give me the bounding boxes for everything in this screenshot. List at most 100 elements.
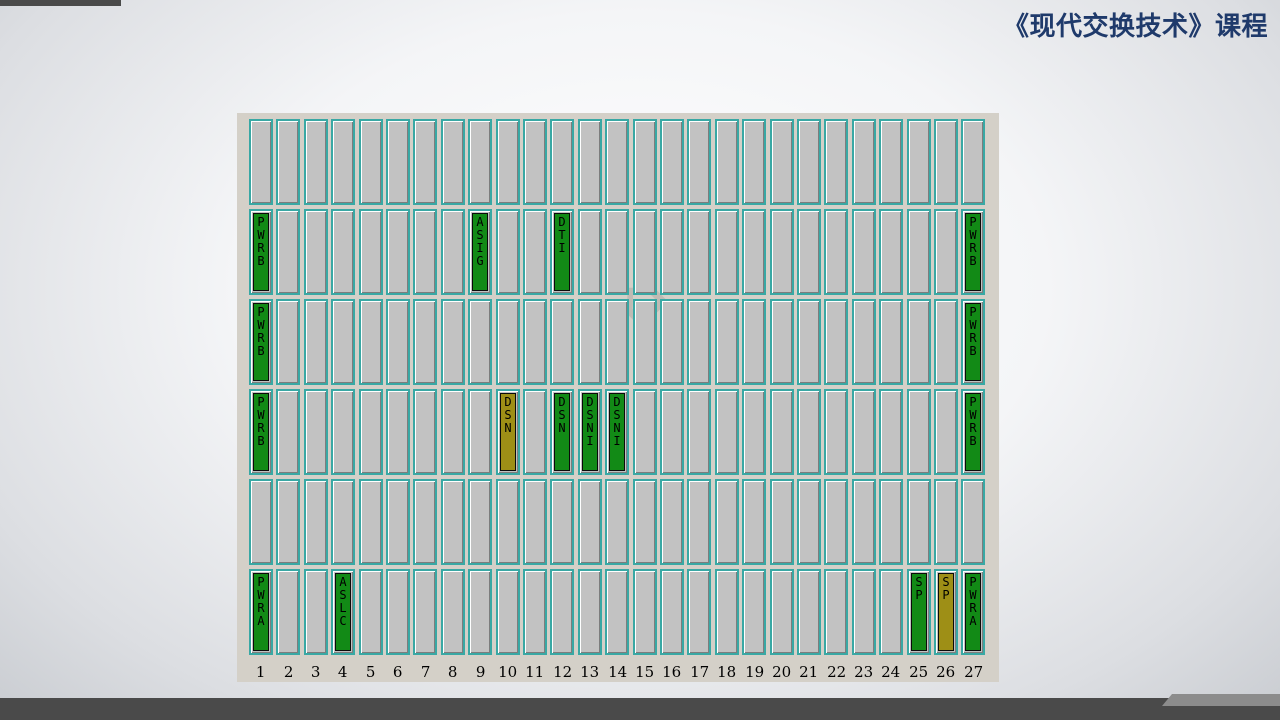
- rack-slot[interactable]: DTI: [550, 209, 574, 295]
- rack-slot[interactable]: [386, 569, 410, 655]
- rack-slot[interactable]: [304, 119, 328, 205]
- rack-slot[interactable]: [907, 299, 931, 385]
- rack-slot[interactable]: [413, 479, 437, 565]
- rack-slot[interactable]: [687, 299, 711, 385]
- rack-slot[interactable]: [413, 389, 437, 475]
- rack-slot[interactable]: [852, 479, 876, 565]
- rack-slot[interactable]: DSNI: [605, 389, 629, 475]
- board-card[interactable]: PWRB: [253, 393, 269, 471]
- rack-slot[interactable]: [468, 119, 492, 205]
- rack-slot[interactable]: [852, 299, 876, 385]
- rack-slot[interactable]: [441, 299, 465, 385]
- rack-slot[interactable]: [496, 569, 520, 655]
- rack-slot[interactable]: [797, 299, 821, 385]
- rack-slot[interactable]: [359, 299, 383, 385]
- board-card[interactable]: PWRB: [965, 303, 981, 381]
- rack-slot[interactable]: [304, 209, 328, 295]
- rack-slot[interactable]: [496, 479, 520, 565]
- rack-slot[interactable]: [852, 389, 876, 475]
- rack-slot[interactable]: [304, 479, 328, 565]
- rack-slot[interactable]: [715, 119, 739, 205]
- rack-slot[interactable]: [386, 389, 410, 475]
- rack-slot[interactable]: [578, 479, 602, 565]
- rack-slot[interactable]: [496, 299, 520, 385]
- board-card[interactable]: DSN: [500, 393, 516, 471]
- rack-slot[interactable]: [550, 569, 574, 655]
- rack-slot[interactable]: [413, 209, 437, 295]
- rack-slot[interactable]: SP: [907, 569, 931, 655]
- rack-slot[interactable]: [276, 569, 300, 655]
- board-card[interactable]: SP: [911, 573, 927, 651]
- rack-slot[interactable]: [605, 569, 629, 655]
- rack-slot[interactable]: [468, 299, 492, 385]
- board-card[interactable]: PWRB: [253, 303, 269, 381]
- rack-slot[interactable]: [687, 569, 711, 655]
- rack-slot[interactable]: [852, 569, 876, 655]
- rack-slot[interactable]: [386, 209, 410, 295]
- rack-slot[interactable]: [304, 389, 328, 475]
- rack-slot[interactable]: ASIG: [468, 209, 492, 295]
- rack-slot[interactable]: [770, 479, 794, 565]
- rack-slot[interactable]: [331, 389, 355, 475]
- rack-slot[interactable]: [824, 119, 848, 205]
- rack-slot[interactable]: [770, 389, 794, 475]
- rack-slot[interactable]: [907, 389, 931, 475]
- rack-slot[interactable]: [468, 389, 492, 475]
- rack-slot[interactable]: [770, 299, 794, 385]
- rack-slot[interactable]: [249, 119, 273, 205]
- rack-slot[interactable]: [633, 569, 657, 655]
- rack-slot[interactable]: [742, 569, 766, 655]
- rack-slot[interactable]: [660, 119, 684, 205]
- rack-slot[interactable]: [879, 299, 903, 385]
- rack-slot[interactable]: PWRB: [249, 299, 273, 385]
- rack-slot[interactable]: SP: [934, 569, 958, 655]
- rack-slot[interactable]: [605, 119, 629, 205]
- rack-slot[interactable]: [331, 479, 355, 565]
- rack-slot[interactable]: [523, 389, 547, 475]
- rack-slot[interactable]: [386, 479, 410, 565]
- rack-slot[interactable]: [331, 209, 355, 295]
- rack-slot[interactable]: [276, 479, 300, 565]
- rack-slot[interactable]: [715, 299, 739, 385]
- rack-slot[interactable]: [386, 119, 410, 205]
- board-card[interactable]: ASLC: [335, 573, 351, 651]
- rack-slot[interactable]: [824, 569, 848, 655]
- rack-slot[interactable]: [359, 569, 383, 655]
- rack-slot[interactable]: [468, 569, 492, 655]
- rack-slot[interactable]: [797, 119, 821, 205]
- rack-slot[interactable]: [797, 569, 821, 655]
- rack-slot[interactable]: PWRB: [961, 389, 985, 475]
- rack-slot[interactable]: [742, 209, 766, 295]
- rack-slot[interactable]: [550, 479, 574, 565]
- rack-slot[interactable]: [687, 389, 711, 475]
- rack-slot[interactable]: [715, 479, 739, 565]
- rack-slot[interactable]: [468, 479, 492, 565]
- board-card[interactable]: PWRB: [253, 213, 269, 291]
- rack-slot[interactable]: [633, 389, 657, 475]
- rack-slot[interactable]: [441, 209, 465, 295]
- rack-slot[interactable]: [687, 119, 711, 205]
- rack-slot[interactable]: [934, 119, 958, 205]
- rack-slot[interactable]: DSN: [496, 389, 520, 475]
- rack-slot[interactable]: PWRB: [961, 209, 985, 295]
- rack-slot[interactable]: [413, 299, 437, 385]
- rack-slot[interactable]: [496, 209, 520, 295]
- rack-slot[interactable]: PWRA: [961, 569, 985, 655]
- board-card[interactable]: PWRB: [965, 213, 981, 291]
- rack-slot[interactable]: [797, 479, 821, 565]
- rack-slot[interactable]: [441, 569, 465, 655]
- rack-slot[interactable]: [523, 569, 547, 655]
- rack-slot[interactable]: [633, 299, 657, 385]
- rack-slot[interactable]: PWRB: [961, 299, 985, 385]
- rack-slot[interactable]: [441, 389, 465, 475]
- rack-slot[interactable]: [824, 389, 848, 475]
- rack-slot[interactable]: [742, 119, 766, 205]
- rack-slot[interactable]: [359, 389, 383, 475]
- rack-slot[interactable]: [441, 119, 465, 205]
- rack-slot[interactable]: [907, 479, 931, 565]
- rack-slot[interactable]: [523, 299, 547, 385]
- board-card[interactable]: ASIG: [472, 213, 488, 291]
- rack-slot[interactable]: [770, 569, 794, 655]
- board-card[interactable]: DSNI: [582, 393, 598, 471]
- rack-slot[interactable]: [331, 119, 355, 205]
